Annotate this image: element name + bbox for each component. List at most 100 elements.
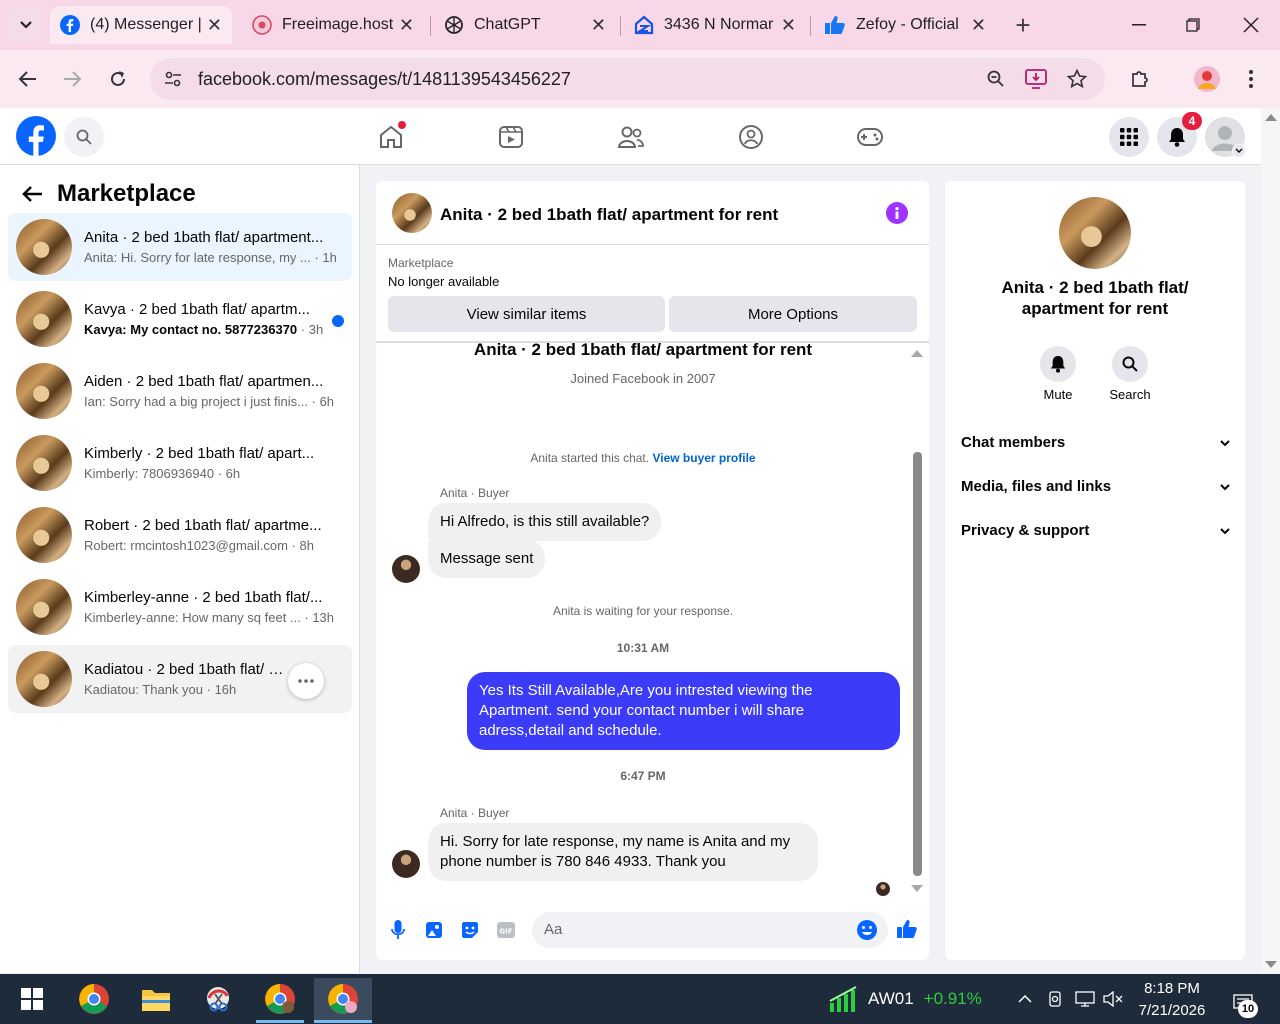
browser-menu-button[interactable] [1240,66,1262,92]
close-icon[interactable]: ✕ [971,15,986,36]
section-privacy-support[interactable]: Privacy & support [961,522,1231,539]
clock-time[interactable]: 8:18 PM [1136,980,1208,997]
emoji-button[interactable] [855,918,879,942]
maximize-button[interactable] [1178,12,1208,38]
conversation-item[interactable]: Kimberley-anne · 2 bed 1bath flat/... Kim… [8,573,352,641]
close-window-button[interactable] [1236,12,1266,38]
image-icon [426,922,442,938]
voice-clip-button[interactable] [386,918,410,942]
view-buyer-profile-link[interactable]: View buyer profile [652,451,755,465]
nav-video[interactable] [496,122,526,152]
video-icon [499,126,523,148]
message-input[interactable]: Aa [532,912,888,948]
conversation-preview: Kimberley-anne: How many sq feet ... [84,610,301,625]
taskbar-chrome-1[interactable] [66,978,122,1020]
url-text[interactable]: facebook.com/messages/t/1481139543456227 [198,69,571,90]
tab-messenger[interactable]: (4) Messenger | ✕ [50,6,232,44]
mute-button[interactable] [1040,346,1076,382]
forward-button[interactable] [56,64,88,94]
account-chevron[interactable] [1232,144,1246,158]
network-tray[interactable] [1074,988,1096,1010]
volume-tray[interactable] [1102,988,1124,1010]
facebook-search-button[interactable] [64,117,104,157]
page-scroll-down[interactable] [1265,961,1277,968]
chevron-down-icon [1235,148,1243,153]
close-icon[interactable]: ✕ [207,15,222,36]
zillow-icon [634,15,654,35]
page-scrollbar-track[interactable] [1261,108,1280,974]
attach-image-button[interactable] [422,918,446,942]
camera-tray[interactable] [1044,988,1066,1010]
nav-groups[interactable] [736,122,766,152]
nav-friends[interactable] [616,122,646,152]
conversation-item[interactable]: Aiden · 2 bed 1bath flat/ apartmen... Ian… [8,357,352,425]
address-bar[interactable]: facebook.com/messages/t/1481139543456227 [150,58,1105,100]
conversation-item[interactable]: Robert · 2 bed 1bath flat/ apartme... Rob… [8,501,352,569]
minimize-button[interactable] [1124,12,1154,38]
zoom-button[interactable] [984,68,1008,90]
section-chat-members[interactable]: Chat members [961,434,1231,451]
stock-widget[interactable]: AW01 +0.91% [828,982,998,1016]
tab-label: 3436 N Normar [664,16,774,33]
tab-chatgpt[interactable]: ChatGPT ✕ [434,6,616,44]
buyer-avatar[interactable] [392,555,420,583]
close-icon[interactable]: ✕ [781,15,796,36]
bookmark-button[interactable] [1064,66,1090,92]
tab-zefoy[interactable]: Zefoy - Official ✕ [814,6,996,44]
show-hidden-icons[interactable] [1014,988,1036,1010]
nav-gaming[interactable] [854,122,886,152]
conversation-item[interactable]: Kimberly · 2 bed 1bath flat/ apart... Kim… [8,429,352,497]
close-icon[interactable]: ✕ [591,15,606,36]
taskbar-chrome-2[interactable] [252,978,308,1020]
gif-button[interactable]: GIF [494,918,518,942]
tab-freeimage[interactable]: Freeimage.host ✕ [242,6,424,44]
back-to-chats-button[interactable] [18,180,46,208]
tab-search-button[interactable] [8,8,44,42]
like-button[interactable] [894,916,920,942]
tab-zillow[interactable]: 3436 N Normar ✕ [624,6,806,44]
chat-scroll-up[interactable] [911,350,923,357]
page-scroll-up[interactable] [1265,114,1277,121]
message-bubble-received[interactable]: Message sent [428,540,546,578]
taskbar-snipping-tool[interactable] [190,978,246,1020]
conversation-preview-row: Kimberly: 7806936940 · 6h [84,466,336,481]
details-name: Anita · 2 bed 1bath flat/ apartment for … [1001,278,1189,318]
taskbar-file-explorer[interactable] [128,978,184,1020]
conversation-item[interactable]: Kavya · 2 bed 1bath flat/ apartm... Kavya… [8,285,352,353]
message-bubble-received[interactable]: Hi. Sorry for late response, my name is … [428,823,818,881]
chat-scroll-down[interactable] [911,885,923,892]
tab-divider [620,16,621,36]
section-media-files-links[interactable]: Media, files and links [961,478,1231,495]
details-avatar[interactable] [1059,197,1131,269]
profile-avatar[interactable] [1194,66,1220,92]
sticker-button[interactable] [458,918,482,942]
site-info-button[interactable] [160,68,186,90]
chat-header-title[interactable]: Anita · 2 bed 1bath flat/ apartment for … [440,205,778,225]
view-similar-button[interactable]: View similar items [388,296,665,332]
chat-scrollbar-thumb[interactable] [913,452,922,876]
facebook-logo[interactable] [16,116,56,156]
arrow-left-icon [19,71,36,87]
reload-button[interactable] [102,64,134,94]
menu-button[interactable] [1109,117,1149,157]
conversation-info-button[interactable] [886,202,908,224]
conversation-time: · 6h [217,466,241,481]
conversation-time: · 16h [206,682,237,697]
install-app-button[interactable] [1022,66,1050,92]
chat-header-avatar[interactable] [392,193,432,233]
close-icon[interactable]: ✕ [399,15,414,36]
start-button[interactable] [4,978,60,1020]
clock-date[interactable]: 7/21/2026 [1130,1002,1214,1019]
search-in-conversation-button[interactable] [1112,346,1148,382]
message-bubble-received[interactable]: Hi Alfredo, is this still available? [428,503,662,541]
conversation-options-button[interactable] [288,663,324,699]
back-button[interactable] [12,64,44,94]
message-bubble-sent[interactable]: Yes Its Still Available,Are you intreste… [467,672,900,750]
buyer-avatar[interactable] [392,850,420,878]
conversation-item[interactable]: Anita · 2 bed 1bath flat/ apartment... An… [8,213,352,281]
conversation-title: Kadiatou · 2 bed 1bath flat/ ap... [84,661,284,678]
taskbar-chrome-active[interactable] [314,978,372,1020]
new-tab-button[interactable]: + [1008,10,1038,40]
more-options-button[interactable]: More Options [669,296,917,332]
extensions-button[interactable] [1126,66,1154,92]
